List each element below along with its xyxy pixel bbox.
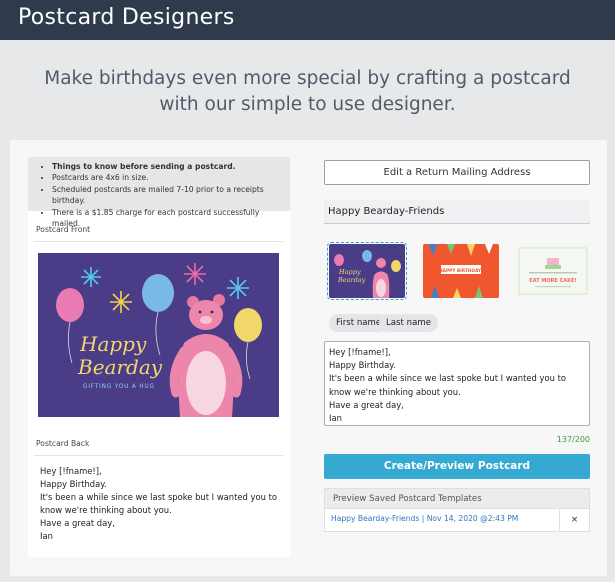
thumb-text: HAPPY BIRTHDAY! [439,268,483,274]
postcard-preview: Things to know before sending a postcard… [28,157,290,557]
card-subtitle: GIFTING YOU A HUG [83,384,155,390]
card-text-line-1: Happy [79,332,147,356]
thumb-text: EAT MORE CAKE! [529,278,576,284]
bearday-artwork: Happy Bearday GIFTING YOU A HUG [38,253,279,417]
back-line: Happy Birthday. [40,479,107,489]
back-line: Hey [!fname!], [40,466,102,476]
message-line: It's been a while since we last spoke bu… [329,373,566,397]
saved-templates-header: Preview Saved Postcard Templates [325,489,589,509]
back-divider [34,455,284,456]
insert-last-name-chip[interactable]: Last name [379,314,439,332]
character-counter: 137/200 [556,435,590,444]
card-text-line-2: Bearday [77,355,163,379]
birthday-hats-thumbnail-art: HAPPY BIRTHDAY! [423,244,499,298]
postcard-title-input[interactable] [324,200,590,224]
info-item: Postcards are 4x6 in size. [52,172,284,183]
info-item: Things to know before sending a postcard… [52,161,284,172]
template-thumbnail-eat-more-cake[interactable]: EAT MORE CAKE! [515,244,591,298]
postcard-front-image: Happy Bearday GIFTING YOU A HUG [38,253,279,417]
edit-return-address-button[interactable]: Edit a Return Mailing Address [324,160,590,185]
front-divider [34,241,284,242]
saved-templates-panel: Preview Saved Postcard Templates Happy B… [324,488,590,532]
postcard-back-message: Hey [!fname!], Happy Birthday. It's been… [40,465,280,543]
info-item: Scheduled postcards are mailed 7-10 prio… [52,184,284,207]
back-line: It's been a while since we last spoke bu… [40,492,277,515]
firework-icon [227,277,249,299]
page-tagline: Make birthdays even more special by craf… [0,66,615,118]
tagline-line-1: Make birthdays even more special by craf… [44,68,571,89]
back-label: Postcard Back [36,439,90,448]
message-textarea[interactable]: Hey [!fname!], Happy Birthday. It's been… [324,341,590,426]
saved-template-link[interactable]: Happy Bearday-Friends | Nov 14, 2020 @2:… [331,514,518,523]
firework-icon [184,263,206,285]
message-line: Have a great day, [329,399,404,410]
bearday-thumbnail-art: Happy Bearday [329,244,405,298]
firework-icon [81,267,101,287]
info-box: Things to know before sending a postcard… [28,157,290,228]
thumb-text: Happy [338,268,361,276]
back-line: Have a great day, [40,518,115,528]
thumb-text: Bearday [337,276,366,284]
create-preview-postcard-button[interactable]: Create/Preview Postcard [324,454,590,479]
firework-icon [110,291,132,313]
message-line: Happy Birthday. [329,360,396,371]
brand-title[interactable]: Postcard Designers [18,5,235,30]
front-label: Postcard Front [36,225,91,234]
app-header: Postcard Designers [0,0,615,40]
template-thumbnail-bearday[interactable]: Happy Bearday [327,242,407,300]
close-icon[interactable]: × [559,509,589,531]
template-thumbnail-birthday-hats[interactable]: HAPPY BIRTHDAY! [423,244,499,298]
saved-template-row: Happy Bearday-Friends | Nov 14, 2020 @2:… [325,509,589,531]
eat-more-cake-thumbnail-art: EAT MORE CAKE! [515,244,591,298]
message-line: Hey [!fname!], [329,347,391,357]
message-line: Ian [329,413,342,424]
info-list: Things to know before sending a postcard… [52,161,284,229]
tagline-line-2: with our simple to use designer. [159,94,456,115]
back-line: Ian [40,531,53,541]
